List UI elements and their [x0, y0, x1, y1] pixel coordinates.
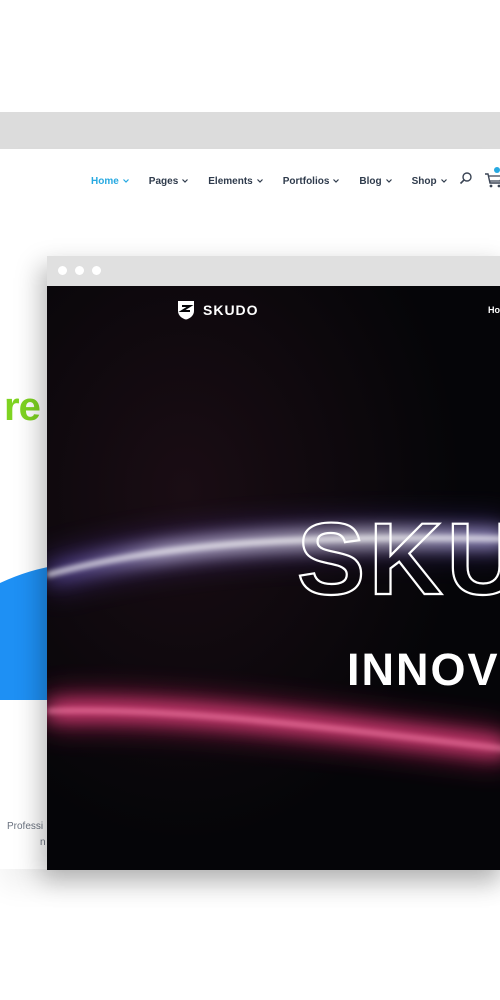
front-browser-window: SKUDO Ho SKUDO INNOV [47, 256, 500, 870]
window-dot-icon [75, 266, 84, 275]
hero-section: SKUDO Ho SKUDO INNOV [47, 286, 500, 870]
chevron-down-icon [385, 178, 393, 184]
window-dot-icon [92, 266, 101, 275]
window-dot-icon [58, 266, 67, 275]
nav-item-label: Blog [359, 175, 382, 187]
chevron-down-icon [181, 178, 189, 184]
nav-item-home[interactable]: Home [91, 176, 130, 187]
nav-item-elements[interactable]: Elements [208, 176, 263, 187]
hero-title-text: SKUDO [297, 502, 500, 616]
nav-item-blog[interactable]: Blog [359, 176, 392, 187]
hero-title: SKUDO [296, 501, 500, 617]
search-icon[interactable] [459, 171, 473, 185]
nav-item-label: Shop [411, 175, 437, 187]
front-browser-chrome [47, 256, 500, 286]
body-text-fragment: Professi [7, 821, 44, 832]
body-text-fragment-2: n [40, 837, 46, 848]
nav-item-pages[interactable]: Pages [149, 176, 189, 187]
chevron-down-icon [440, 178, 448, 184]
nav-item-label: Home [91, 175, 119, 187]
hero-headline-fragment: re [4, 385, 41, 429]
nav-item-shop[interactable]: Shop [412, 176, 448, 187]
nav-item-label: Elements [208, 175, 253, 187]
main-nav: Home Pages Elements Portfolios Blog Shop [91, 174, 467, 188]
chevron-down-icon [256, 178, 264, 184]
back-browser-chrome [0, 112, 500, 149]
nav-item-label: Portfolios [282, 175, 330, 187]
cart-count-badge [494, 167, 500, 173]
hero-subtitle: INNOV [347, 644, 500, 695]
chevron-down-icon [122, 178, 130, 184]
nav-item-portfolios[interactable]: Portfolios [283, 176, 341, 187]
chevron-down-icon [332, 178, 340, 184]
nav-item-label: Pages [148, 175, 179, 187]
